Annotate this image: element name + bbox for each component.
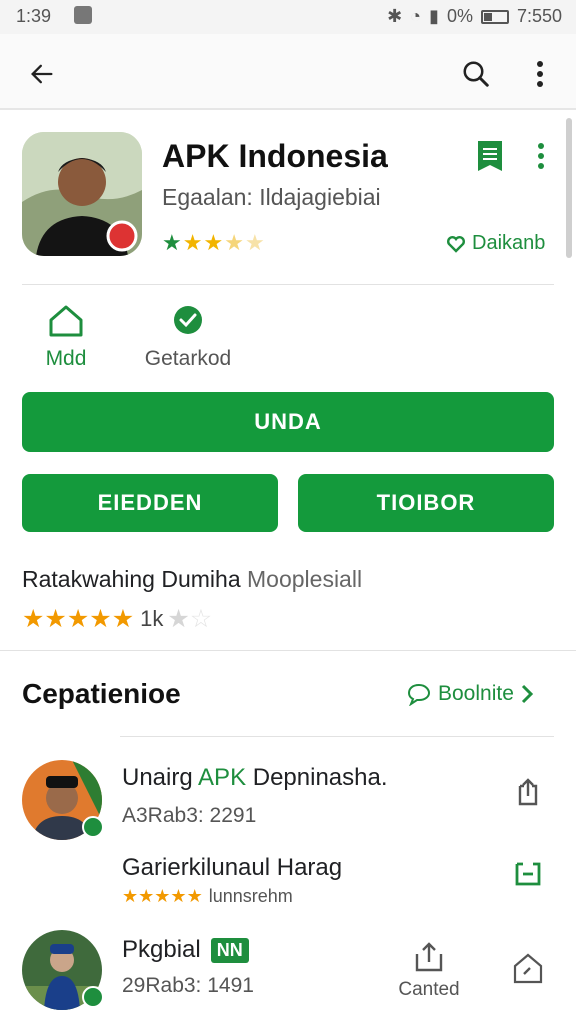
wifi-icon: ◔: [410, 6, 422, 26]
primary-button[interactable]: UNDA: [22, 392, 554, 452]
feature-verified[interactable]: Getarkod: [138, 304, 238, 371]
comment-title: Pkgbial: [122, 936, 201, 963]
search-icon: [463, 61, 489, 87]
see-more-link[interactable]: Boolnite: [406, 682, 534, 706]
report-icon: [513, 953, 543, 984]
chat-bubble-icon: [407, 683, 431, 706]
bookmark-button[interactable]: [470, 136, 510, 176]
comment-title: Garierkilunaul Harag: [122, 854, 343, 881]
comment-action-label: Canted: [398, 979, 460, 1000]
back-button[interactable]: [20, 52, 64, 96]
star-icon: ★: [44, 605, 67, 633]
comment-title-highlight: APK: [198, 764, 247, 791]
status-bar: 1:39 ✱ ◔ ▮ 0% 7:550: [0, 0, 576, 34]
upload-icon: [415, 942, 443, 972]
more-vert-icon: [538, 143, 544, 169]
status-time: 1:39: [16, 6, 52, 26]
heart-icon: [447, 235, 465, 253]
status-clock: 7:550: [516, 6, 562, 26]
scrollbar[interactable]: [566, 118, 572, 258]
comment-more-button[interactable]: [506, 944, 550, 994]
star-icon: ★: [89, 605, 112, 633]
verified-badge-icon: [82, 986, 104, 1008]
home-icon: [49, 305, 83, 337]
bluetooth-icon: ✱: [387, 6, 403, 26]
star-empty-icon: ★: [167, 605, 190, 633]
star-icon: ★: [122, 886, 139, 906]
comment-title: Unairg APK Depninasha.: [122, 764, 388, 792]
star-icon: ★: [111, 605, 135, 633]
comment-meta: A3Rab3: 2291: [122, 804, 257, 827]
feature-home[interactable]: Mdd: [34, 304, 98, 371]
rating-count: 1k: [140, 606, 164, 631]
star-icon: ★: [186, 886, 203, 906]
app-rating: ★ ★ ★ ★ ★: [162, 230, 265, 256]
notification-icon: [74, 6, 92, 24]
star-empty-icon: ☆: [189, 605, 213, 633]
verified-shield-icon: [174, 306, 202, 334]
feature-label: Mdd: [45, 347, 87, 370]
comment-meta: lunnsrehm: [208, 886, 293, 906]
app-action-label: Daikanb: [472, 232, 546, 254]
section-title: Cepatienioe: [22, 678, 181, 709]
rating-stars-row: ★ ★ ★ ★ ★ 1k ★ ☆: [22, 604, 212, 634]
secondary-left-button[interactable]: EIEDDEN: [22, 474, 278, 532]
secondary-right-button[interactable]: TIOIBOR: [298, 474, 554, 532]
more-vert-icon: [537, 61, 543, 87]
star-empty-icon: ★: [244, 230, 265, 255]
see-more-label: Boolnite: [438, 682, 514, 705]
star-icon: ★: [66, 605, 90, 633]
star-icon: ★: [203, 230, 224, 255]
divider: [22, 284, 554, 285]
app-more-button[interactable]: [526, 136, 556, 176]
star-icon: ★: [154, 886, 171, 906]
save-icon: [515, 862, 541, 886]
rating-heading: Ratakwahing Dumiha Mooplesiall: [22, 566, 362, 593]
comment-title-row: Pkgbial NN: [122, 936, 249, 964]
app-title: APK Indonesia: [162, 138, 388, 174]
feature-label: Getarkod: [144, 347, 232, 370]
overflow-menu-button[interactable]: [520, 52, 560, 96]
comment-title-prefix: Unairg: [122, 764, 199, 791]
star-icon: ★: [162, 230, 182, 255]
comment-action-button[interactable]: [506, 852, 550, 892]
verified-badge-icon: [82, 816, 104, 838]
rating-label-secondary: Mooplesiall: [247, 566, 363, 592]
signal-icon: ▮: [429, 6, 439, 26]
star-icon: ★: [182, 230, 203, 255]
star-icon: ★: [138, 886, 155, 906]
star-icon: ★: [170, 886, 187, 906]
back-arrow-icon: [31, 64, 53, 84]
comment-rating: ★ ★ ★ ★ ★ lunnsrehm: [122, 886, 293, 907]
star-icon: ★: [22, 605, 45, 633]
chevron-right-icon: [521, 684, 534, 704]
comment-action-button[interactable]: [506, 772, 550, 812]
comment-title-suffix: Depninasha.: [246, 764, 388, 791]
battery-icon: [480, 9, 509, 24]
comment-action-button[interactable]: Canted: [394, 940, 464, 1001]
comment-meta: 29Rab3: 1491: [122, 974, 254, 997]
app-icon: [22, 132, 142, 256]
top-app-bar: [0, 34, 576, 110]
bookmark-list-icon: [478, 141, 502, 171]
status-right: ✱ ◔ ▮ 0% 7:550: [387, 6, 562, 27]
search-button[interactable]: [452, 52, 500, 96]
battery-percent: 0%: [446, 6, 473, 26]
app-subtitle: Egaalan: Ildajagiebiai: [162, 184, 381, 210]
tag-badge: NN: [210, 937, 249, 963]
star-empty-icon: ★: [224, 230, 244, 255]
share-icon: [518, 778, 538, 806]
divider: [0, 650, 576, 651]
rating-label: Ratakwahing Dumiha: [22, 566, 241, 592]
app-action-link[interactable]: Daikanb: [446, 232, 545, 255]
divider: [120, 736, 554, 737]
